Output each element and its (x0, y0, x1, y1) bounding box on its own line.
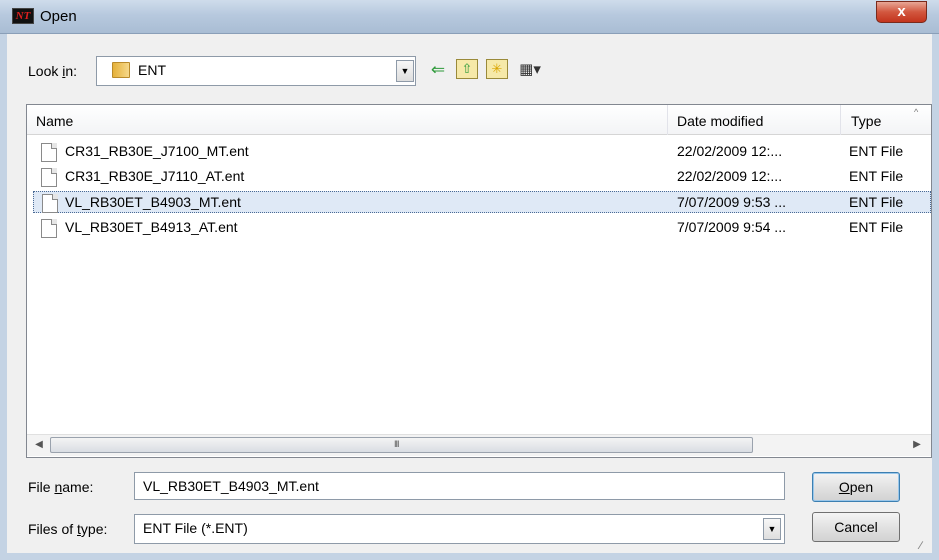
file-type: ENT File (849, 143, 904, 159)
file-name-label: File name: (28, 479, 94, 495)
back-arrow-icon[interactable]: ⇐ (428, 58, 448, 82)
file-icon (42, 194, 58, 213)
look-in-value: ENT (138, 62, 166, 78)
file-name: CR31_RB30E_J7110_AT.ent (65, 168, 245, 184)
list-header (27, 105, 931, 135)
look-in-label: Look in: (28, 63, 78, 79)
column-header-date-modified[interactable]: Date modified (677, 113, 763, 129)
file-icon (41, 219, 57, 238)
cancel-button[interactable]: Cancel (812, 512, 900, 542)
chevron-down-icon[interactable]: ▼ (396, 60, 414, 82)
view-menu-icon[interactable]: ▦▾ (516, 58, 544, 82)
column-divider[interactable] (840, 105, 841, 135)
title-bar[interactable]: NT Open x (0, 0, 939, 34)
file-name: CR31_RB30E_J7100_MT.ent (65, 143, 249, 159)
table-row[interactable]: VL_RB30ET_B4913_AT.ent 7/07/2009 9:54 ..… (33, 217, 931, 239)
sort-chevron-icon: ^ (914, 107, 919, 117)
open-dialog: NT Open x Look in: ENT ▼ ⇐ ⇧ ✳ ▦▾ Name D… (0, 0, 939, 560)
chevron-down-icon[interactable]: ▼ (763, 518, 781, 540)
scroll-right-icon[interactable]: ▶ (906, 434, 928, 456)
file-date: 7/07/2009 9:54 ... (677, 219, 786, 235)
file-type-dropdown[interactable]: ENT File (*.ENT) (134, 514, 785, 544)
open-button[interactable]: Open (812, 472, 900, 502)
file-date: 22/02/2009 12:... (677, 168, 783, 184)
scrollbar-thumb[interactable] (50, 437, 753, 453)
new-folder-icon[interactable]: ✳ (486, 59, 508, 79)
table-row[interactable]: CR31_RB30E_J7110_AT.ent 22/02/2009 12:..… (33, 166, 931, 188)
column-divider[interactable] (667, 105, 668, 135)
scrollbar-grip: III (394, 439, 399, 449)
file-date: 22/02/2009 12:... (677, 143, 783, 159)
file-type: ENT File (849, 219, 904, 235)
folder-icon (112, 62, 130, 78)
file-type-label: Files of type: (28, 521, 108, 537)
column-header-name[interactable]: Name (36, 113, 73, 129)
app-logo-icon: NT (12, 8, 34, 24)
file-name: VL_RB30ET_B4913_AT.ent (65, 219, 238, 235)
file-name-input[interactable]: VL_RB30ET_B4903_MT.ent (134, 472, 785, 500)
file-icon (41, 143, 57, 162)
up-folder-icon[interactable]: ⇧ (456, 59, 478, 79)
file-type: ENT File (849, 168, 904, 184)
file-date: 7/07/2009 9:53 ... (677, 194, 786, 210)
table-row[interactable]: CR31_RB30E_J7100_MT.ent 22/02/2009 12:..… (33, 141, 931, 163)
file-type: ENT File (849, 194, 904, 210)
window-title: Open (40, 8, 77, 25)
scroll-left-icon[interactable]: ◀ (28, 434, 50, 456)
close-button[interactable]: x (876, 1, 927, 23)
file-name: VL_RB30ET_B4903_MT.ent (65, 194, 241, 210)
table-row-selected[interactable]: VL_RB30ET_B4903_MT.ent 7/07/2009 9:53 ..… (33, 191, 931, 213)
column-header-type[interactable]: Type (851, 113, 881, 129)
file-icon (41, 168, 57, 187)
